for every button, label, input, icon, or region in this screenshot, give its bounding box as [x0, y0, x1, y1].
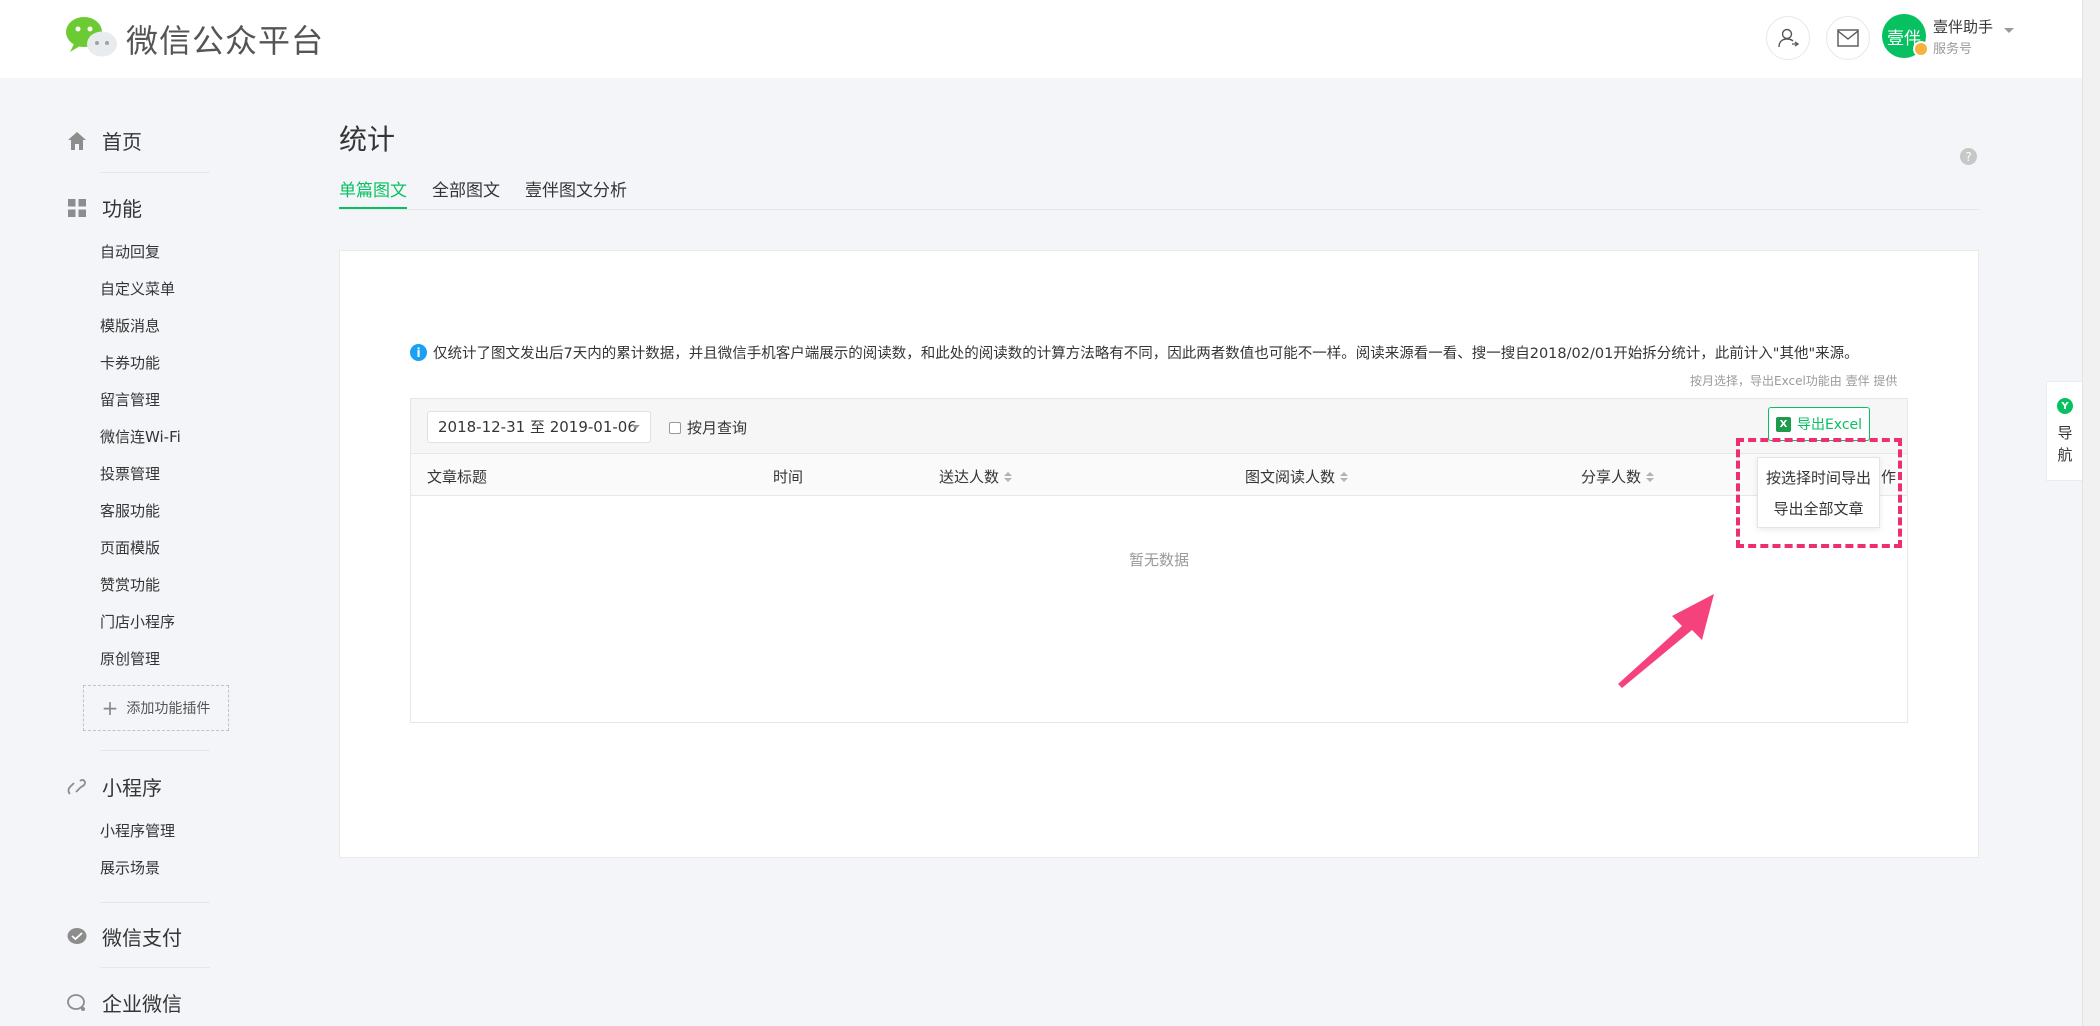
sidebar-features-label: 功能 [102, 197, 142, 221]
sort-icon[interactable] [1646, 471, 1655, 482]
empty-state: 暂无数据 [1128, 551, 1189, 569]
home-icon [66, 130, 88, 152]
account-name[interactable]: 壹伴助手 [1933, 16, 1993, 37]
column-shares[interactable]: 分享人数 [1581, 466, 1655, 487]
sidebar-item-template-message[interactable]: 模版消息 [100, 315, 160, 336]
tab-bar: 单篇图文 全部图文 壹伴图文分析 [339, 176, 652, 210]
help-icon[interactable]: ? [1960, 148, 1977, 165]
mail-icon [1837, 29, 1859, 47]
messages-button[interactable] [1826, 16, 1870, 60]
info-icon: i [410, 344, 427, 361]
sidebar-item-display-scenes[interactable]: 展示场景 [100, 857, 160, 878]
sort-icon[interactable] [1340, 471, 1349, 482]
chevron-down-icon [632, 425, 640, 429]
floating-nav[interactable]: Y 导 航 [2046, 381, 2082, 481]
sidebar-item-customer-service[interactable]: 客服功能 [100, 500, 160, 521]
export-excel-button[interactable]: X 导出Excel [1768, 407, 1870, 441]
account-type: 服务号 [1933, 42, 1973, 57]
grid-icon [66, 197, 88, 219]
sidebar-item-comments[interactable]: 留言管理 [100, 389, 160, 410]
plus-icon: + [101, 696, 119, 720]
user-icon [1778, 28, 1799, 48]
verified-badge-icon [1913, 41, 1929, 57]
export-excel-label: 导出Excel [1796, 417, 1863, 433]
sidebar-item-coupons[interactable]: 卡券功能 [100, 352, 160, 373]
work-wechat-icon [66, 992, 88, 1014]
column-reads[interactable]: 图文阅读人数 [1245, 466, 1349, 487]
highlight-annotation [1736, 438, 1902, 548]
monthly-query-checkbox[interactable]: 按月查询 [669, 417, 747, 438]
stats-notice: i 仅统计了图文发出后7天内的累计数据，并且微信手机客户端展示的阅读数，和此处的… [410, 342, 1859, 363]
sidebar-item-wifi[interactable]: 微信连Wi-Fi [100, 426, 181, 447]
sidebar-item-custom-menu[interactable]: 自定义菜单 [100, 278, 175, 299]
divider [339, 209, 1979, 210]
sidebar-item-mini-program-manage[interactable]: 小程序管理 [100, 820, 175, 841]
sidebar-item-tipping[interactable]: 赞赏功能 [100, 574, 160, 595]
sidebar-section-features: 功能 [66, 193, 142, 222]
arrow-annotation-icon [1618, 594, 1714, 688]
sidebar: 首页 功能 自动回复 自定义菜单 模版消息 卡券功能 留言管理 微信连Wi-Fi… [0, 78, 300, 1026]
sidebar-work-wechat-label: 企业微信 [102, 992, 182, 1016]
page-title: 统计 [339, 123, 396, 156]
column-title: 文章标题 [427, 468, 488, 486]
table-header: 文章标题 时间 送达人数 图文阅读人数 分享人数 作 [411, 454, 1907, 496]
floating-nav-label-1: 导 [2057, 424, 2073, 442]
column-time: 时间 [773, 468, 804, 486]
provider-note: 按月选择，导出Excel功能由 壹伴 提供 [1690, 374, 1898, 388]
date-range-picker[interactable]: 2018-12-31 至 2019-01-06 [427, 411, 651, 443]
sidebar-wechat-pay-label: 微信支付 [102, 926, 182, 950]
scrollbar[interactable] [2082, 0, 2100, 1026]
nav-logo-icon: Y [2057, 398, 2073, 414]
sidebar-home-label: 首页 [102, 130, 142, 154]
wechat-pay-icon [66, 926, 88, 948]
top-bar: 微信公众平台 壹伴 壹伴助手 服务号 [0, 0, 2082, 78]
floating-nav-label-2: 航 [2057, 446, 2073, 464]
divider [100, 750, 210, 751]
divider [100, 902, 210, 903]
add-plugin-label: 添加功能插件 [126, 701, 211, 717]
wechat-logo-icon[interactable] [64, 14, 120, 60]
sidebar-item-voting[interactable]: 投票管理 [100, 463, 160, 484]
monthly-query-label: 按月查询 [687, 419, 748, 437]
add-plugin-button[interactable]: + 添加功能插件 [83, 685, 229, 731]
link-icon [66, 776, 88, 798]
sidebar-item-page-templates[interactable]: 页面模版 [100, 537, 160, 558]
checkbox-icon[interactable] [669, 421, 681, 434]
sidebar-item-home[interactable]: 首页 [66, 126, 142, 155]
sidebar-item-wechat-pay[interactable]: 微信支付 [66, 922, 182, 951]
tab-single-article[interactable]: 单篇图文 [339, 176, 407, 210]
sidebar-item-auto-reply[interactable]: 自动回复 [100, 241, 160, 262]
sort-icon[interactable] [1004, 471, 1013, 482]
sidebar-item-store-mini-program[interactable]: 门店小程序 [100, 611, 175, 632]
sidebar-section-mini-program: 小程序 [66, 772, 162, 801]
sidebar-item-work-wechat[interactable]: 企业微信 [66, 988, 182, 1017]
user-manage-button[interactable] [1766, 16, 1810, 60]
excel-icon: X [1775, 416, 1791, 432]
sidebar-item-originals[interactable]: 原创管理 [100, 648, 160, 669]
column-delivered[interactable]: 送达人数 [939, 466, 1013, 487]
divider [100, 172, 210, 173]
divider [100, 967, 210, 968]
platform-title[interactable]: 微信公众平台 [126, 16, 324, 62]
filter-bar: 2018-12-31 至 2019-01-06 按月查询 X 导出Excel [411, 399, 1907, 454]
tab-all-articles[interactable]: 全部图文 [432, 176, 500, 210]
chevron-down-icon[interactable] [2004, 28, 2014, 33]
notice-text: 仅统计了图文发出后7天内的累计数据，并且微信手机客户端展示的阅读数，和此处的阅读… [433, 346, 1859, 362]
sidebar-mini-program-label: 小程序 [102, 776, 162, 800]
date-range-value: 2018-12-31 至 2019-01-06 [438, 418, 637, 436]
tab-yiban-analysis[interactable]: 壹伴图文分析 [525, 176, 627, 210]
